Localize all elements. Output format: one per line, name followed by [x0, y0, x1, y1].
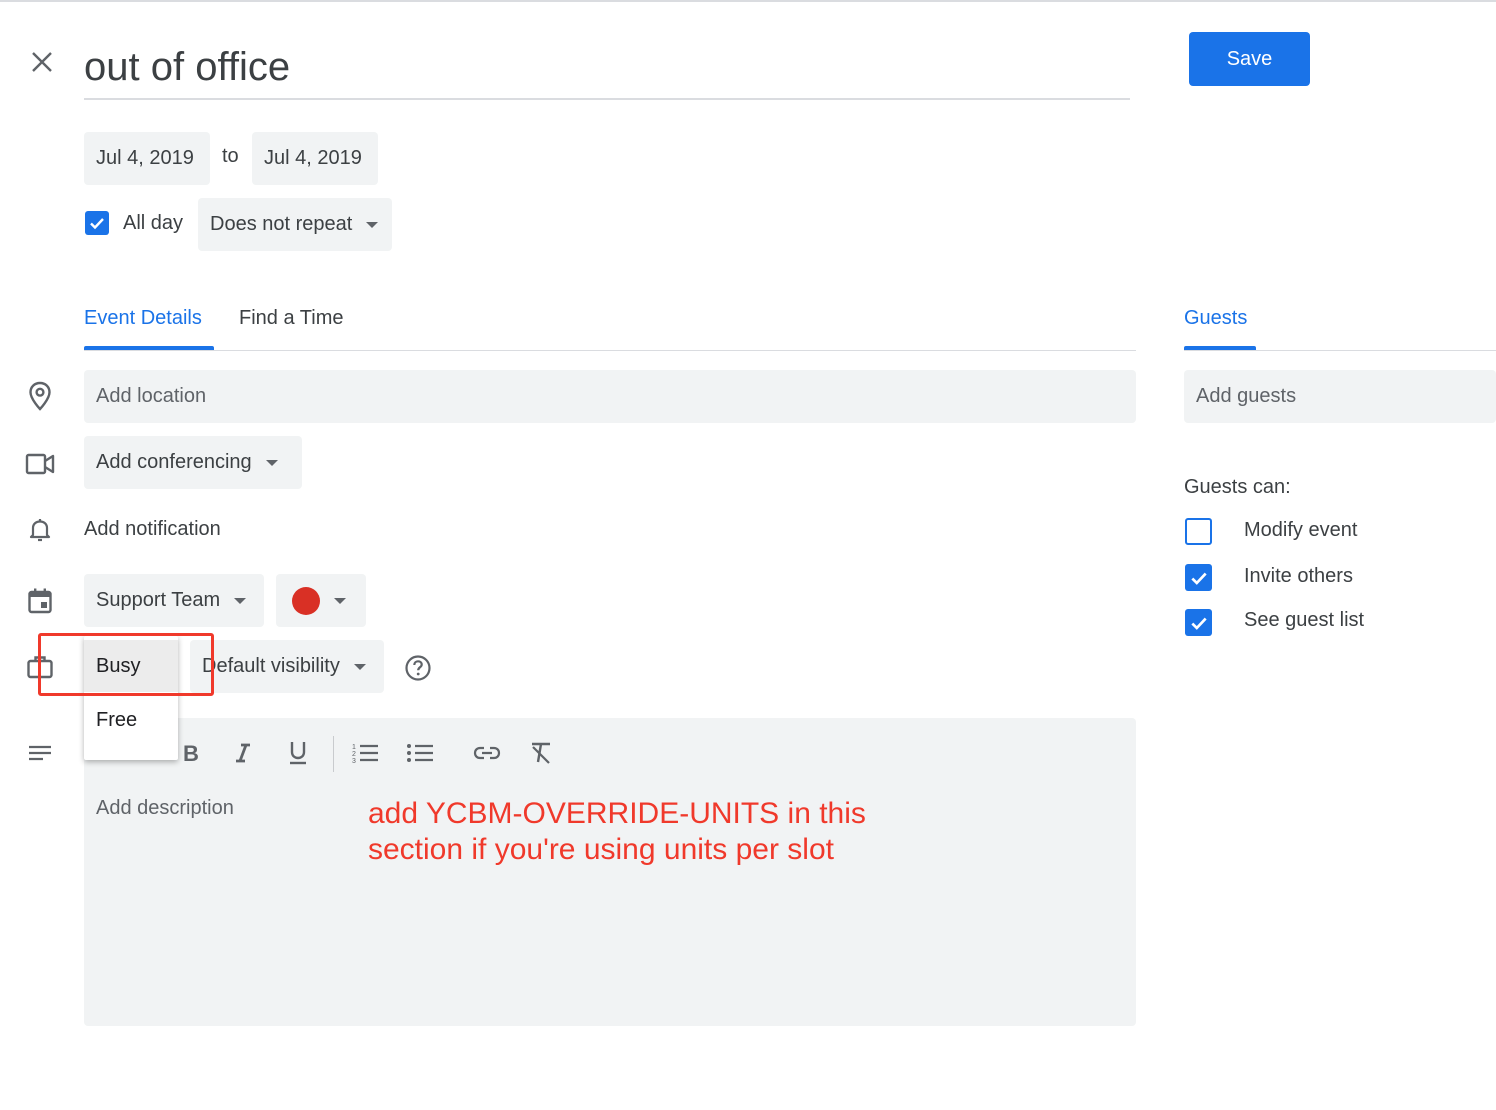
end-date-chip[interactable]: Jul 4, 2019: [252, 132, 378, 185]
tab-find-a-time[interactable]: Find a Time: [239, 307, 343, 330]
help-icon[interactable]: [402, 652, 434, 684]
annotation-line-1: add YCBM-OVERRIDE-UNITS in this: [368, 797, 866, 830]
svg-text:B: B: [183, 742, 199, 764]
tab-guests[interactable]: Guests: [1184, 307, 1247, 330]
repeat-value: Does not repeat: [210, 213, 353, 235]
all-day-checkbox[interactable]: [85, 211, 109, 235]
all-day-label: All day: [123, 212, 184, 234]
numbered-list-icon[interactable]: 123: [348, 736, 382, 770]
tabs-divider: [84, 350, 1136, 351]
invite-others-checkbox[interactable]: [1185, 564, 1212, 591]
checkmark-icon: [1190, 617, 1207, 630]
tab-event-details[interactable]: Event Details: [84, 307, 202, 330]
date-to-label: to: [222, 145, 239, 167]
checkmark-icon: [1190, 572, 1207, 585]
modify-event-checkbox[interactable]: [1185, 518, 1212, 545]
repeat-dropdown[interactable]: Does not repeat: [198, 198, 392, 251]
toolbar-separator: [333, 736, 334, 772]
svg-text:3: 3: [352, 758, 356, 765]
svg-text:1: 1: [352, 744, 356, 751]
location-placeholder: Add location: [96, 385, 207, 407]
event-title-input[interactable]: [84, 36, 1130, 100]
video-camera-icon: [24, 448, 56, 480]
guests-can-label: Guests can:: [1184, 476, 1291, 498]
chevron-down-icon: [353, 663, 366, 670]
calendar-dropdown[interactable]: Support Team: [84, 574, 264, 627]
description-placeholder: Add description: [96, 797, 234, 819]
briefcase-icon: [24, 651, 56, 683]
see-guest-list-label: See guest list: [1244, 609, 1365, 631]
availability-option-busy[interactable]: Busy: [84, 640, 178, 692]
chevron-down-icon: [334, 597, 346, 604]
link-icon[interactable]: [470, 736, 504, 770]
chevron-down-icon: [265, 459, 278, 466]
modify-event-label: Modify event: [1244, 519, 1358, 541]
start-date-chip[interactable]: Jul 4, 2019: [84, 132, 210, 185]
location-input[interactable]: Add location: [84, 370, 1136, 423]
remove-formatting-icon[interactable]: [524, 736, 558, 770]
annotation-note: add YCBM-OVERRIDE-UNITS in this section …: [368, 796, 928, 868]
event-color-swatch: [292, 586, 320, 615]
close-icon[interactable]: [22, 42, 62, 82]
add-notification-link[interactable]: Add notification: [84, 518, 221, 541]
visibility-value: Default visibility: [202, 655, 340, 677]
availability-option-free[interactable]: Free: [84, 694, 178, 746]
guests-placeholder: Add guests: [1196, 385, 1297, 407]
guests-tabs-divider: [1184, 350, 1496, 351]
invite-others-label: Invite others: [1244, 565, 1353, 587]
chevron-down-icon: [234, 597, 247, 604]
italic-icon[interactable]: [226, 736, 260, 770]
save-button[interactable]: Save: [1189, 32, 1310, 86]
underline-icon[interactable]: [281, 736, 315, 770]
bell-icon: [24, 514, 56, 546]
conferencing-label: Add conferencing: [96, 451, 252, 473]
end-date-text: Jul 4, 2019: [264, 147, 362, 169]
location-pin-icon: [24, 380, 56, 412]
calendar-value: Support Team: [96, 589, 221, 611]
annotation-line-2: section if you're using units per slot: [368, 833, 834, 866]
bulleted-list-icon[interactable]: [403, 736, 437, 770]
add-guests-input[interactable]: Add guests: [1184, 370, 1496, 423]
visibility-dropdown[interactable]: Default visibility: [190, 640, 384, 693]
event-color-dropdown[interactable]: [276, 574, 366, 627]
checkmark-icon: [90, 218, 104, 230]
top-divider: [0, 0, 1496, 2]
bold-icon[interactable]: B: [174, 736, 208, 770]
notes-icon: [24, 737, 56, 769]
see-guest-list-checkbox[interactable]: [1185, 609, 1212, 636]
svg-text:2: 2: [352, 751, 356, 758]
availability-menu: Busy Free: [84, 636, 178, 760]
chevron-down-icon: [366, 221, 379, 228]
start-date-text: Jul 4, 2019: [96, 147, 194, 169]
calendar-icon: [24, 585, 56, 617]
conferencing-dropdown[interactable]: Add conferencing: [84, 436, 302, 489]
